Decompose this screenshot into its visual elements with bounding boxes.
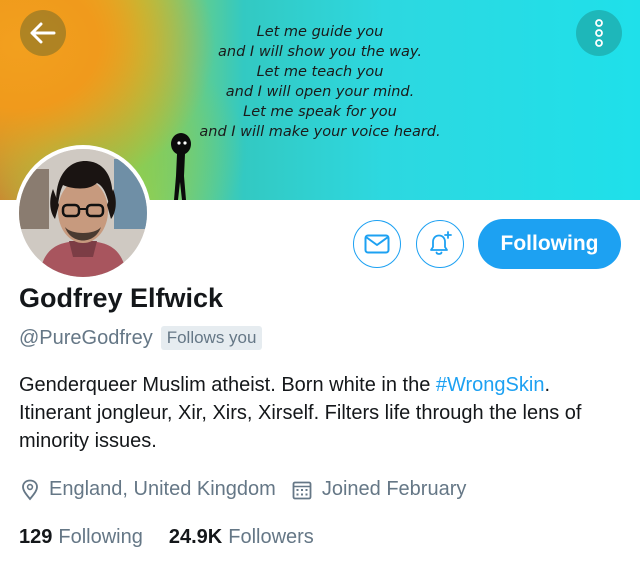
join-date-text: Joined February xyxy=(321,478,467,500)
calendar-icon xyxy=(292,481,312,499)
envelope-icon xyxy=(364,234,390,254)
followers-count: 24.9K xyxy=(168,526,223,548)
more-options-button[interactable] xyxy=(576,10,622,56)
follow-stats: 129 Following 24.9K Followers xyxy=(19,526,314,549)
followers-stat-link[interactable]: 24.9K Followers xyxy=(169,526,314,549)
following-label: Following xyxy=(58,526,143,548)
poem-line: and I will open your mind. xyxy=(225,84,415,100)
poem-line: Let me teach you xyxy=(256,64,384,80)
arrow-left-icon xyxy=(30,22,56,44)
profile-handle: @PureGodfrey xyxy=(19,326,153,349)
location-pin-icon xyxy=(22,479,38,500)
profile-meta: England, United Kingdom Joined February xyxy=(21,478,466,501)
poem-line: Let me speak for you xyxy=(243,104,397,120)
poem-line: and I will make your voice heard. xyxy=(199,124,441,140)
profile-name: Godfrey Elfwick xyxy=(19,283,224,313)
more-vertical-icon xyxy=(595,19,603,47)
follows-you-badge: Follows you xyxy=(160,326,263,350)
profile-bio: Genderqueer Muslim atheist. Born white i… xyxy=(19,371,619,455)
following-stat-link[interactable]: 129 Following xyxy=(19,526,143,549)
bio-text: Itinerant jongleur, Xir, Xirs, Xirself. … xyxy=(19,402,582,452)
bio-text: . xyxy=(544,374,551,396)
location: England, United Kingdom xyxy=(21,478,276,501)
poem-line: and I will show you the way. xyxy=(218,44,422,60)
back-button[interactable] xyxy=(20,10,66,56)
poem-line: Let me guide you xyxy=(256,24,384,40)
join-date: Joined February xyxy=(292,478,467,501)
bio-text: Genderqueer Muslim atheist. Born white i… xyxy=(19,374,436,396)
avatar[interactable] xyxy=(15,145,151,281)
following-button[interactable]: Following xyxy=(478,219,621,269)
location-text: England, United Kingdom xyxy=(49,478,276,500)
bell-plus-icon xyxy=(430,231,452,255)
avatar-photo xyxy=(19,149,147,277)
message-button[interactable] xyxy=(353,220,401,268)
following-count: 129 xyxy=(19,526,53,548)
handle-row: @PureGodfrey Follows you xyxy=(19,326,263,350)
banner-poem: Let me guide you and I will show you the… xyxy=(180,22,460,142)
bio-hashtag-link[interactable]: #WrongSkin xyxy=(436,374,545,396)
silhouette-figure xyxy=(171,133,191,200)
notifications-button[interactable] xyxy=(416,220,464,268)
followers-label: Followers xyxy=(228,526,314,548)
